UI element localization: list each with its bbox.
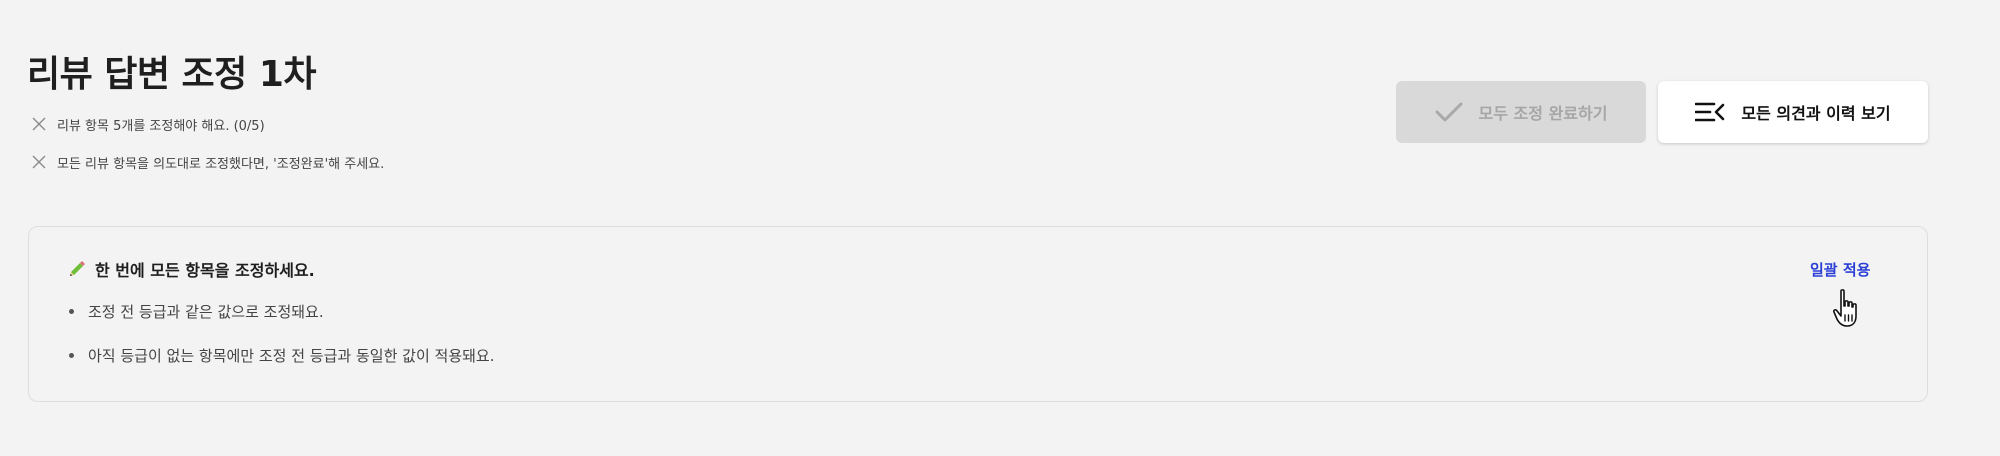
- bulk-adjust-panel: 한 번에 모든 항목을 조정하세요. 조정 전 등급과 같은 값으로 조정돼요.…: [28, 226, 1928, 402]
- bulk-panel-heading: 한 번에 모든 항목을 조정하세요.: [67, 257, 315, 281]
- close-icon: [32, 117, 46, 131]
- list-item-text: 조정 전 등급과 같은 값으로 조정돼요.: [88, 302, 324, 321]
- checklist-text: 리뷰 항목 5개를 조정해야 해요. (0/5): [57, 118, 265, 134]
- view-history-button[interactable]: 모든 의견과 이력 보기: [1658, 81, 1928, 143]
- check-icon: [1435, 101, 1463, 123]
- bulk-panel-heading-text: 한 번에 모든 항목을 조정하세요.: [95, 261, 315, 280]
- list-item: 아직 등급이 없는 항목에만 조정 전 등급과 동일한 값이 적용돼요.: [69, 343, 494, 367]
- hand-pointer-icon: [1833, 289, 1857, 327]
- complete-all-label: 모두 조정 완료하기: [1478, 104, 1608, 123]
- bullet-dot: [69, 308, 74, 314]
- bulk-apply-link[interactable]: 일괄 적용: [1810, 259, 1870, 280]
- checklist-text: 모든 리뷰 항목을 의도대로 조정했다면, '조정완료'해 주세요.: [57, 156, 385, 172]
- menu-collapse-icon: [1695, 101, 1725, 123]
- bullet-dot: [69, 352, 74, 358]
- pencil-icon: [67, 259, 87, 279]
- checklist-item: 리뷰 항목 5개를 조정해야 해요. (0/5): [31, 113, 384, 135]
- validation-checklist: 리뷰 항목 5개를 조정해야 해요. (0/5) 모든 리뷰 항목을 의도대로 …: [31, 113, 384, 189]
- page-title: 리뷰 답변 조정 1차: [27, 54, 317, 95]
- list-item: 조정 전 등급과 같은 값으로 조정돼요.: [69, 299, 494, 323]
- list-item-text: 아직 등급이 없는 항목에만 조정 전 등급과 동일한 값이 적용돼요.: [88, 346, 495, 365]
- checklist-item: 모든 리뷰 항목을 의도대로 조정했다면, '조정완료'해 주세요.: [31, 151, 384, 173]
- bulk-panel-notes: 조정 전 등급과 같은 값으로 조정돼요. 아직 등급이 없는 항목에만 조정 …: [69, 299, 494, 387]
- complete-all-button[interactable]: 모두 조정 완료하기: [1396, 81, 1646, 143]
- view-history-label: 모든 의견과 이력 보기: [1741, 104, 1891, 123]
- close-icon: [32, 155, 46, 169]
